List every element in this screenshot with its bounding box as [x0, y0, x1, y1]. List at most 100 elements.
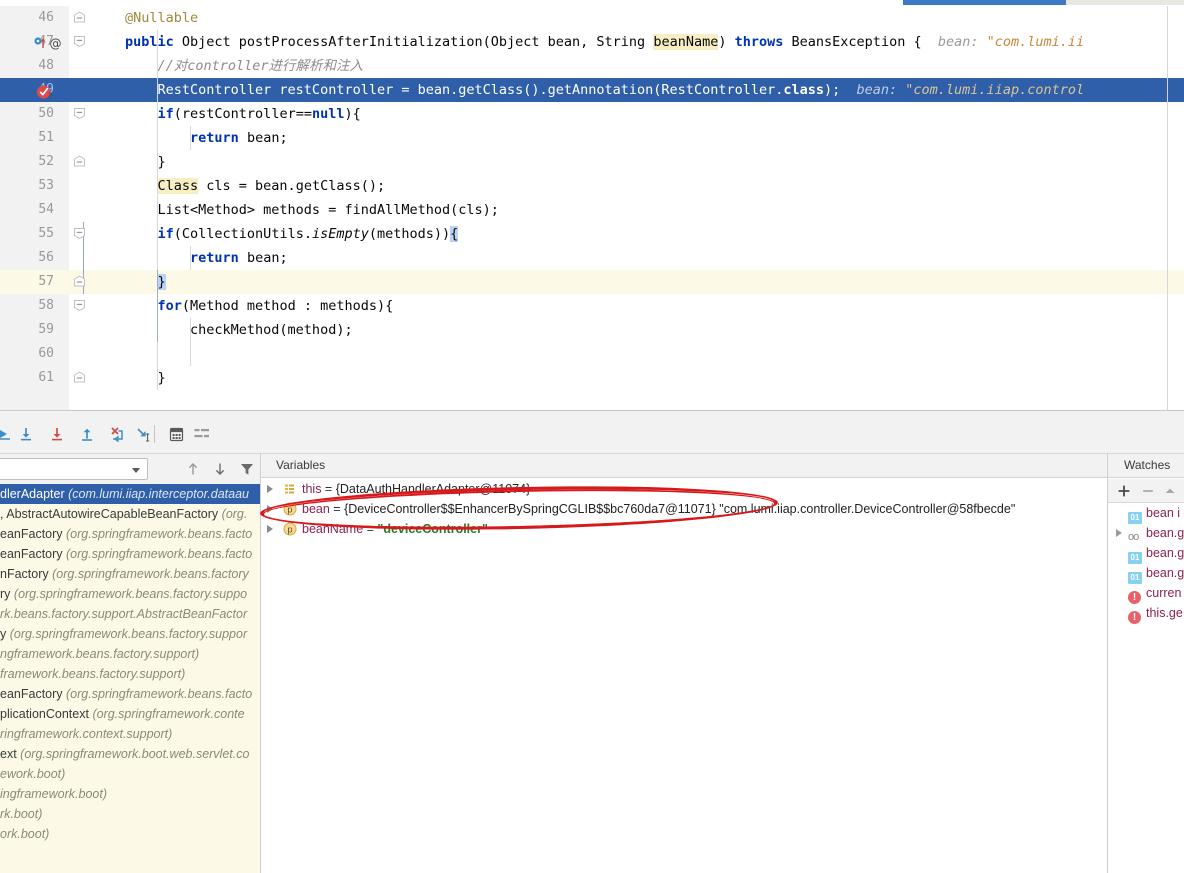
variables-panel[interactable]: Variables this = {DataAuthHandlerAdapter… — [261, 454, 1107, 873]
expand-triangle-icon[interactable] — [267, 485, 273, 493]
step-out-button[interactable] — [74, 421, 100, 447]
watch-row[interactable]: ! this.ge — [1108, 603, 1184, 624]
frames-down-button[interactable] — [209, 458, 231, 480]
frame-row-selected[interactable]: dlerAdapter (com.lumi.iiap.interceptor.d… — [0, 484, 260, 504]
expand-triangle-icon[interactable] — [1116, 529, 1122, 537]
frame-row[interactable]: ework.boot) — [0, 764, 260, 784]
variable-equals: = — [329, 502, 345, 516]
fold-marker-icon[interactable] — [73, 371, 88, 386]
move-watch-up-button[interactable] — [1160, 481, 1180, 501]
watches-toolbar[interactable] — [1108, 479, 1184, 503]
svg-text:@: @ — [50, 37, 62, 51]
line-number: 56 — [38, 250, 54, 265]
frame-row[interactable]: ext (org.springframework.boot.web.servle… — [0, 744, 260, 764]
code-line[interactable]: 53 Class cls = bean.getClass(); — [0, 174, 1184, 198]
step-over-button[interactable] — [13, 421, 39, 447]
watch-expression: bean.g — [1146, 546, 1184, 560]
fold-marker-icon[interactable] — [73, 11, 88, 26]
step-into-button[interactable] — [44, 421, 70, 447]
variable-name: bean — [302, 502, 330, 516]
frames-toolbar[interactable] — [0, 454, 260, 484]
svg-text:p: p — [287, 525, 292, 535]
fold-marker-icon[interactable] — [73, 155, 88, 170]
frame-row[interactable]: y (org.springframework.beans.factory.sup… — [0, 624, 260, 644]
debugger-toolbar[interactable] — [0, 421, 1184, 453]
thread-selector[interactable] — [0, 458, 148, 480]
code-line[interactable]: 49 RestController restController = bean.… — [0, 78, 1184, 102]
scrollbar-thumb[interactable] — [903, 0, 1066, 5]
frame-row[interactable]: rk.boot) — [0, 804, 260, 824]
code-editor[interactable]: 46 @Nullable 47 public Object postProcessAf… — [0, 6, 1184, 410]
frame-row[interactable]: plicationContext (org.springframework.co… — [0, 704, 260, 724]
fold-marker-icon[interactable] — [73, 107, 88, 122]
code-line[interactable]: 51 return bean; — [0, 126, 1184, 150]
expand-triangle-icon[interactable] — [267, 505, 273, 513]
code-line[interactable]: 48 //对controller进行解析和注入 — [0, 54, 1184, 78]
watch-row[interactable]: 01 bean.g — [1108, 543, 1184, 564]
code-line[interactable]: 58 for(Method method : methods){ — [0, 294, 1184, 318]
fold-marker-icon[interactable] — [73, 35, 88, 50]
frame-row[interactable]: , AbstractAutowireCapableBeanFactory (or… — [0, 504, 260, 524]
line-code: return bean; — [190, 250, 288, 266]
code-line[interactable]: 57 } — [0, 270, 1184, 294]
watch-row[interactable]: 01 bean.g — [1108, 563, 1184, 584]
line-number: 50 — [38, 106, 54, 121]
annotation-icon[interactable]: @ — [49, 36, 63, 54]
frame-row[interactable]: rk.beans.factory.support.AbstractBeanFac… — [0, 604, 260, 624]
line-number: 55 — [38, 226, 54, 241]
fold-marker-icon[interactable] — [73, 227, 88, 242]
code-line[interactable]: 54 List<Method> methods = findAllMethod(… — [0, 198, 1184, 222]
variables-list[interactable]: this = {DataAuthHandlerAdapter@11074} p be… — [261, 479, 1107, 873]
evaluate-expression-button[interactable] — [163, 421, 189, 447]
panel-top-separator — [0, 410, 1184, 411]
frame-row[interactable]: nFactory (org.springframework.beans.fact… — [0, 564, 260, 584]
code-line[interactable]: 52 } — [0, 150, 1184, 174]
frame-row[interactable]: eanFactory (org.springframework.beans.fa… — [0, 684, 260, 704]
frame-class: nFactory — [0, 567, 49, 581]
variable-row[interactable]: p bean = {DeviceController$$EnhancerBySpr… — [261, 499, 1107, 519]
parameter-icon: p — [283, 522, 297, 536]
code-line[interactable]: 46 @Nullable — [0, 6, 1184, 30]
frame-row[interactable]: ork.boot) — [0, 824, 260, 844]
watches-list[interactable]: 01 bean i oo bean.g 01 bean.g 01 bean.g! curren!… — [1108, 503, 1184, 873]
frames-panel[interactable]: dlerAdapter (com.lumi.iiap.interceptor.d… — [0, 454, 260, 873]
code-line[interactable]: 56 return bean; — [0, 246, 1184, 270]
variable-row[interactable]: this = {DataAuthHandlerAdapter@11074} — [261, 479, 1107, 499]
code-line[interactable]: 61 } — [0, 366, 1184, 390]
watches-panel[interactable]: Watches 01 bean i oo bean.g 01 bean.g 01… — [1108, 454, 1184, 873]
watch-row[interactable]: 01 bean i — [1108, 503, 1184, 524]
frame-row[interactable]: eanFactory (org.springframework.beans.fa… — [0, 544, 260, 564]
code-line[interactable]: 59 checkMethod(method); — [0, 318, 1184, 342]
code-line[interactable]: 50 if(restController==null){ — [0, 102, 1184, 126]
line-code: checkMethod(method); — [125, 322, 353, 338]
line-number: 53 — [38, 178, 54, 193]
override-marker-icon[interactable] — [34, 36, 47, 54]
frame-row[interactable]: ry (org.springframework.beans.factory.su… — [0, 584, 260, 604]
frames-up-button[interactable] — [182, 458, 204, 480]
fold-marker-icon[interactable] — [73, 275, 88, 290]
drop-frame-button[interactable] — [104, 421, 130, 447]
watch-expression: this.ge — [1146, 606, 1183, 620]
line-number: 51 — [38, 130, 54, 145]
frame-row[interactable]: ingframework.boot) — [0, 784, 260, 804]
watch-row[interactable]: ! curren — [1108, 583, 1184, 604]
frame-row[interactable]: ngframework.beans.factory.support) — [0, 644, 260, 664]
code-line[interactable]: 60 — [0, 342, 1184, 366]
run-to-cursor-button[interactable] — [130, 421, 156, 447]
code-line[interactable]: 55 if(CollectionUtils.isEmpty(methods)){ — [0, 222, 1184, 246]
frame-package: (org.springframework.beans.factory.suppo — [13, 587, 248, 601]
expand-triangle-icon[interactable] — [267, 525, 273, 533]
code-line[interactable]: 47 public Object postProcessAfterInitiali… — [0, 30, 1184, 54]
watch-row[interactable]: oo bean.g — [1108, 523, 1184, 543]
remove-watch-button[interactable] — [1138, 481, 1158, 501]
frame-row[interactable]: eanFactory (org.springframework.beans.fa… — [0, 524, 260, 544]
frame-row[interactable]: framework.beans.factory.support) — [0, 664, 260, 684]
add-watch-button[interactable] — [1114, 481, 1134, 501]
frames-list[interactable]: dlerAdapter (com.lumi.iiap.interceptor.d… — [0, 484, 260, 873]
frame-row[interactable]: ringframework.context.support) — [0, 724, 260, 744]
fold-marker-icon[interactable] — [73, 299, 88, 314]
breakpoint-verified-icon[interactable]: ? — [36, 84, 56, 105]
variable-row[interactable]: p beanName = "deviceController" — [261, 519, 1107, 539]
frames-filter-button[interactable] — [236, 458, 258, 480]
settings-list-button[interactable] — [189, 421, 215, 447]
